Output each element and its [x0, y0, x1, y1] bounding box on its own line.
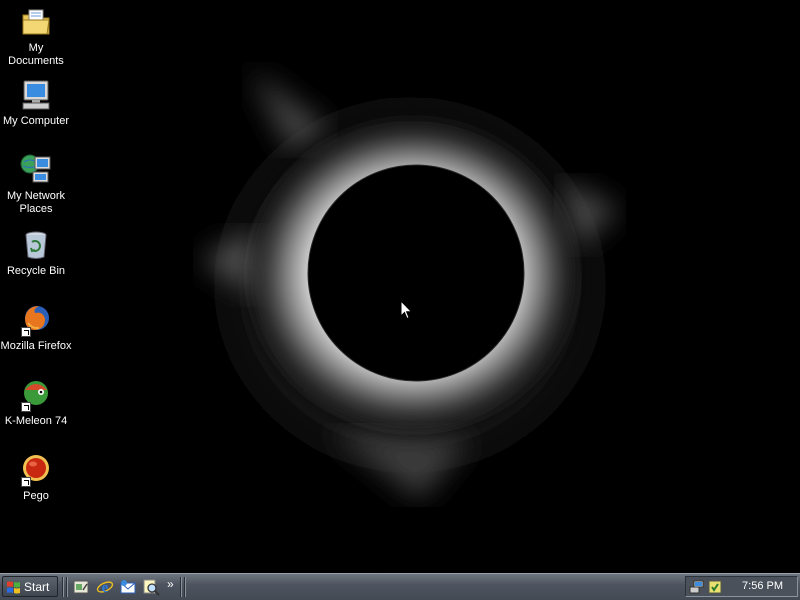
svg-text:e: e: [102, 580, 109, 596]
recycle-bin-icon: [19, 228, 53, 262]
desktop-icon-my-network-places[interactable]: My Network Places: [0, 153, 72, 216]
taskbar-separator: [62, 577, 64, 597]
desktop-icon-label: My Computer: [2, 115, 70, 127]
desktop-icon-label: Pego: [23, 490, 49, 502]
pego-icon: [19, 453, 53, 487]
desktop-icon-label: Recycle Bin: [6, 265, 66, 277]
start-label: Start: [24, 579, 50, 594]
taskbar: Start e » 7:56 PM: [0, 573, 800, 600]
network-places-icon: [19, 153, 53, 187]
desktop-icon-recycle-bin[interactable]: Recycle Bin: [0, 228, 72, 278]
windows-flag-icon: [6, 580, 21, 594]
desktop-icon-pego[interactable]: Pego: [0, 453, 72, 503]
system-tray: 7:56 PM: [685, 576, 798, 597]
show-desktop-icon[interactable]: [72, 578, 90, 596]
shortcut-arrow-icon: [21, 327, 31, 337]
shortcut-arrow-icon: [21, 477, 31, 487]
eclipse-wallpaper: [0, 0, 800, 573]
start-button[interactable]: Start: [2, 576, 58, 597]
taskbar-separator: [180, 577, 182, 597]
desktop-icon-my-documents[interactable]: My Documents: [0, 5, 72, 68]
shortcut-arrow-icon: [21, 402, 31, 412]
outlook-express-icon[interactable]: [119, 578, 137, 596]
taskbar-separator: [184, 577, 186, 597]
taskbar-separator: [66, 577, 68, 597]
folder-documents-icon: [19, 5, 53, 39]
computer-icon: [19, 78, 53, 112]
desktop-icon-label: K-Meleon 74: [4, 415, 68, 427]
mouse-pointer-icon: [400, 300, 413, 320]
network-tray-icon[interactable]: [689, 579, 705, 595]
security-tray-icon[interactable]: [707, 579, 723, 595]
desktop-icon-k-meleon[interactable]: K-Meleon 74: [0, 378, 72, 428]
desktop-icon-label: My Network Places: [6, 190, 66, 215]
internet-explorer-icon[interactable]: e: [96, 578, 114, 596]
taskbar-clock[interactable]: 7:56 PM: [742, 580, 783, 592]
firefox-icon: [19, 303, 53, 337]
desktop-icon-label: My Documents: [8, 42, 64, 67]
quick-launch-chevron[interactable]: »: [167, 577, 174, 591]
k-meleon-icon: [19, 378, 53, 412]
desktop-icon-my-computer[interactable]: My Computer: [0, 78, 72, 128]
desktop-icon-mozilla-firefox[interactable]: Mozilla Firefox: [0, 303, 72, 353]
desktop-icon-label: Mozilla Firefox: [0, 340, 72, 352]
search-icon[interactable]: [142, 578, 160, 596]
